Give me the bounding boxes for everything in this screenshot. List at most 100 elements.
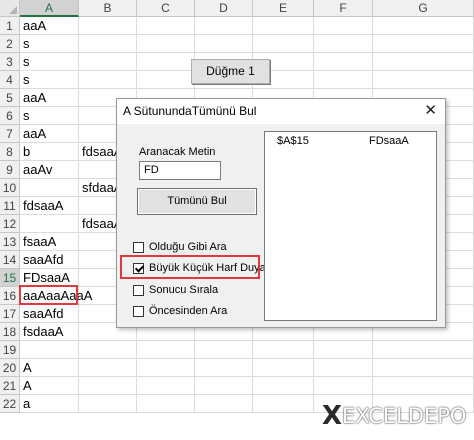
grid-cell[interactable]	[20, 215, 79, 233]
grid-cell[interactable]	[314, 377, 373, 395]
row-header-4[interactable]: 4	[0, 71, 20, 89]
dialog-title-bar[interactable]: A SütunundaTümünü Bul ✕	[117, 99, 445, 124]
grid-cell[interactable]	[79, 17, 137, 35]
cell-a4[interactable]: s	[23, 71, 30, 89]
grid-cell[interactable]	[137, 359, 195, 377]
grid-cell[interactable]	[195, 35, 253, 53]
grid-cell[interactable]	[253, 395, 314, 413]
select-all-corner[interactable]	[0, 0, 20, 17]
cell-a6[interactable]: s	[23, 107, 30, 125]
row-header-5[interactable]: 5	[0, 89, 20, 107]
cell-a1[interactable]: aaA	[23, 17, 46, 35]
grid-cell[interactable]	[20, 341, 79, 359]
row-header-19[interactable]: 19	[0, 341, 20, 359]
grid-cell[interactable]	[253, 377, 314, 395]
cell-a9[interactable]: aaAv	[23, 161, 52, 179]
macro-button[interactable]: Düğme 1	[191, 59, 270, 84]
grid-cell[interactable]	[253, 17, 314, 35]
grid-cell[interactable]	[195, 377, 253, 395]
cell-a13[interactable]: fsaaA	[23, 233, 56, 251]
grid-cell[interactable]	[373, 17, 474, 35]
row-header-20[interactable]: 20	[0, 359, 20, 377]
row-header-1[interactable]: 1	[0, 17, 20, 35]
row-header-16[interactable]: 16	[0, 287, 20, 305]
grid-cell[interactable]	[137, 341, 195, 359]
grid-cell[interactable]	[253, 35, 314, 53]
grid-cell[interactable]	[373, 359, 474, 377]
cell-a18[interactable]: fsdaaA	[23, 323, 63, 341]
grid-cell[interactable]	[137, 53, 195, 71]
grid-cell[interactable]	[373, 377, 474, 395]
option-search-before[interactable]: Öncesinden Ara	[133, 303, 227, 319]
cell-a11[interactable]: fdsaaA	[23, 197, 63, 215]
close-icon[interactable]: ✕	[424, 101, 437, 119]
row-header-8[interactable]: 8	[0, 143, 20, 161]
results-listbox[interactable]: $A$15 FDsaaA	[264, 131, 437, 321]
grid-cell[interactable]	[79, 71, 137, 89]
grid-cell[interactable]	[79, 395, 137, 413]
grid-cell[interactable]	[137, 71, 195, 89]
sort-results-checkbox[interactable]	[133, 284, 144, 296]
row-header-21[interactable]: 21	[0, 377, 20, 395]
option-exact-match[interactable]: Olduğu Gibi Ara	[133, 239, 227, 255]
grid-cell[interactable]	[314, 17, 373, 35]
exact-match-checkbox[interactable]	[133, 241, 144, 253]
grid-cell[interactable]	[195, 17, 253, 35]
row-header-13[interactable]: 13	[0, 233, 20, 251]
grid-cell[interactable]	[79, 35, 137, 53]
column-header-f[interactable]: F	[314, 0, 373, 17]
row-header-2[interactable]: 2	[0, 35, 20, 53]
grid-cell[interactable]	[253, 359, 314, 377]
row-header-6[interactable]: 6	[0, 107, 20, 125]
search-before-checkbox[interactable]	[133, 305, 144, 317]
row-header-17[interactable]: 17	[0, 305, 20, 323]
grid-cell[interactable]	[137, 395, 195, 413]
cell-a20[interactable]: A	[23, 359, 32, 377]
column-header-b[interactable]: B	[79, 0, 137, 17]
search-input[interactable]: FD	[139, 161, 221, 180]
grid-cell[interactable]	[314, 341, 373, 359]
cell-a3[interactable]: s	[23, 53, 30, 71]
row-header-3[interactable]: 3	[0, 53, 20, 71]
grid-cell[interactable]	[137, 35, 195, 53]
column-header-a[interactable]: A	[20, 0, 79, 17]
grid-cell[interactable]	[314, 71, 373, 89]
grid-cell[interactable]	[137, 17, 195, 35]
cell-a17[interactable]: saaAfd	[23, 305, 63, 323]
grid-cell[interactable]	[20, 179, 79, 197]
row-header-7[interactable]: 7	[0, 125, 20, 143]
grid-cell[interactable]	[137, 377, 195, 395]
column-header-g[interactable]: G	[373, 0, 474, 17]
find-all-button[interactable]: Tümünü Bul	[137, 188, 257, 215]
grid-cell[interactable]	[314, 35, 373, 53]
column-header-c[interactable]: C	[137, 0, 195, 17]
option-sort-results[interactable]: Sonucu Sırala	[133, 282, 218, 298]
grid-cell[interactable]	[314, 53, 373, 71]
row-header-11[interactable]: 11	[0, 197, 20, 215]
row-header-22[interactable]: 22	[0, 395, 20, 413]
grid-cell[interactable]	[79, 377, 137, 395]
cell-a14[interactable]: saaAfd	[23, 251, 63, 269]
grid-cell[interactable]	[373, 35, 474, 53]
cell-a21[interactable]: A	[23, 377, 32, 395]
grid-cell[interactable]	[79, 359, 137, 377]
cell-a7[interactable]: aaA	[23, 125, 46, 143]
cell-a8[interactable]: b	[23, 143, 30, 161]
cell-a5[interactable]: aaA	[23, 89, 46, 107]
row-header-18[interactable]: 18	[0, 323, 20, 341]
grid-cell[interactable]	[253, 341, 314, 359]
cell-a2[interactable]: s	[23, 35, 30, 53]
column-header-d[interactable]: D	[195, 0, 253, 17]
grid-cell[interactable]	[373, 53, 474, 71]
row-header-15[interactable]: 15	[0, 269, 20, 287]
grid-cell[interactable]	[79, 53, 137, 71]
grid-cell[interactable]	[79, 341, 137, 359]
cell-a22[interactable]: a	[23, 395, 30, 413]
grid-cell[interactable]	[314, 359, 373, 377]
row-header-12[interactable]: 12	[0, 215, 20, 233]
row-header-14[interactable]: 14	[0, 251, 20, 269]
row-header-10[interactable]: 10	[0, 179, 20, 197]
column-header-e[interactable]: E	[253, 0, 314, 17]
grid-cell[interactable]	[373, 71, 474, 89]
grid-cell[interactable]	[195, 341, 253, 359]
